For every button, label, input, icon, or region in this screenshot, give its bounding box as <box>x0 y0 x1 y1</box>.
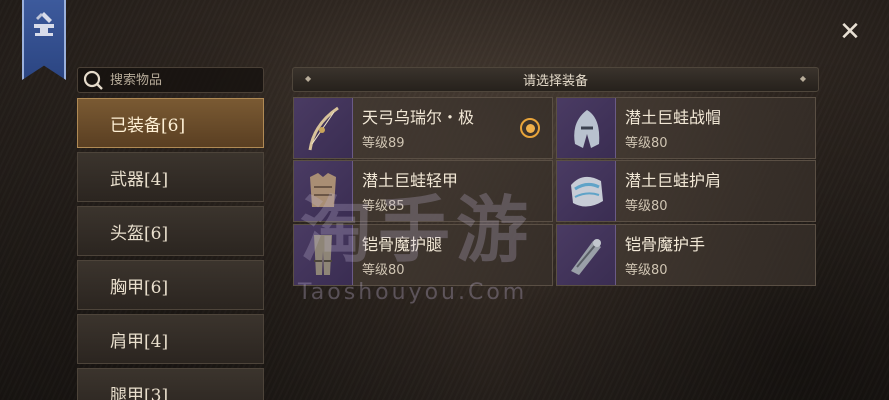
item-name: 潜土巨蛙护肩 <box>625 171 722 190</box>
category-weapon[interactable]: 武器[4] <box>77 152 264 202</box>
category-equipped[interactable]: 已装备[6] <box>77 98 264 148</box>
item-card[interactable]: 铠骨魔护手 等级80 <box>556 224 816 286</box>
panel-header: ◆ 请选择装备 ◆ <box>292 67 819 92</box>
category-legs[interactable]: 腿甲[3] <box>77 368 264 400</box>
item-level: 等级80 <box>625 263 668 278</box>
forge-banner[interactable] <box>22 0 66 80</box>
search-icon <box>83 70 103 90</box>
helmet-icon <box>574 110 600 148</box>
item-name: 铠骨魔护手 <box>625 235 706 254</box>
header-ornament-right: ◆ <box>799 74 806 83</box>
item-level: 等级80 <box>625 199 668 214</box>
category-helmet[interactable]: 头盔[6] <box>77 206 264 256</box>
item-card[interactable]: 潜土巨蛙护肩 等级80 <box>556 160 816 222</box>
item-card[interactable]: 潜土巨蛙战帽 等级80 <box>556 97 816 159</box>
close-button[interactable]: ✕ <box>836 18 864 46</box>
header-ornament-left: ◆ <box>305 74 312 83</box>
bow-icon <box>308 106 339 151</box>
search-input[interactable] <box>110 72 260 88</box>
watermark-logo: 淘手游 <box>300 188 535 272</box>
search-box[interactable] <box>77 67 264 93</box>
equipped-marker-icon <box>520 118 540 138</box>
item-name: 潜土巨蛙战帽 <box>625 108 722 127</box>
item-thumbnail <box>557 98 616 158</box>
category-shoulder[interactable]: 肩甲[4] <box>77 314 264 364</box>
item-level: 等级80 <box>625 136 668 151</box>
item-thumbnail <box>294 98 353 158</box>
watermark-url: Taoshouyou.Com <box>298 280 528 305</box>
anvil-icon <box>34 12 54 36</box>
panel-title: 请选择装备 <box>522 74 588 89</box>
item-card[interactable]: 天弓乌瑞尔・极 等级89 <box>293 97 553 159</box>
category-chest[interactable]: 胸甲[6] <box>77 260 264 310</box>
item-name: 天弓乌瑞尔・极 <box>362 108 475 127</box>
item-level: 等级89 <box>362 136 405 151</box>
